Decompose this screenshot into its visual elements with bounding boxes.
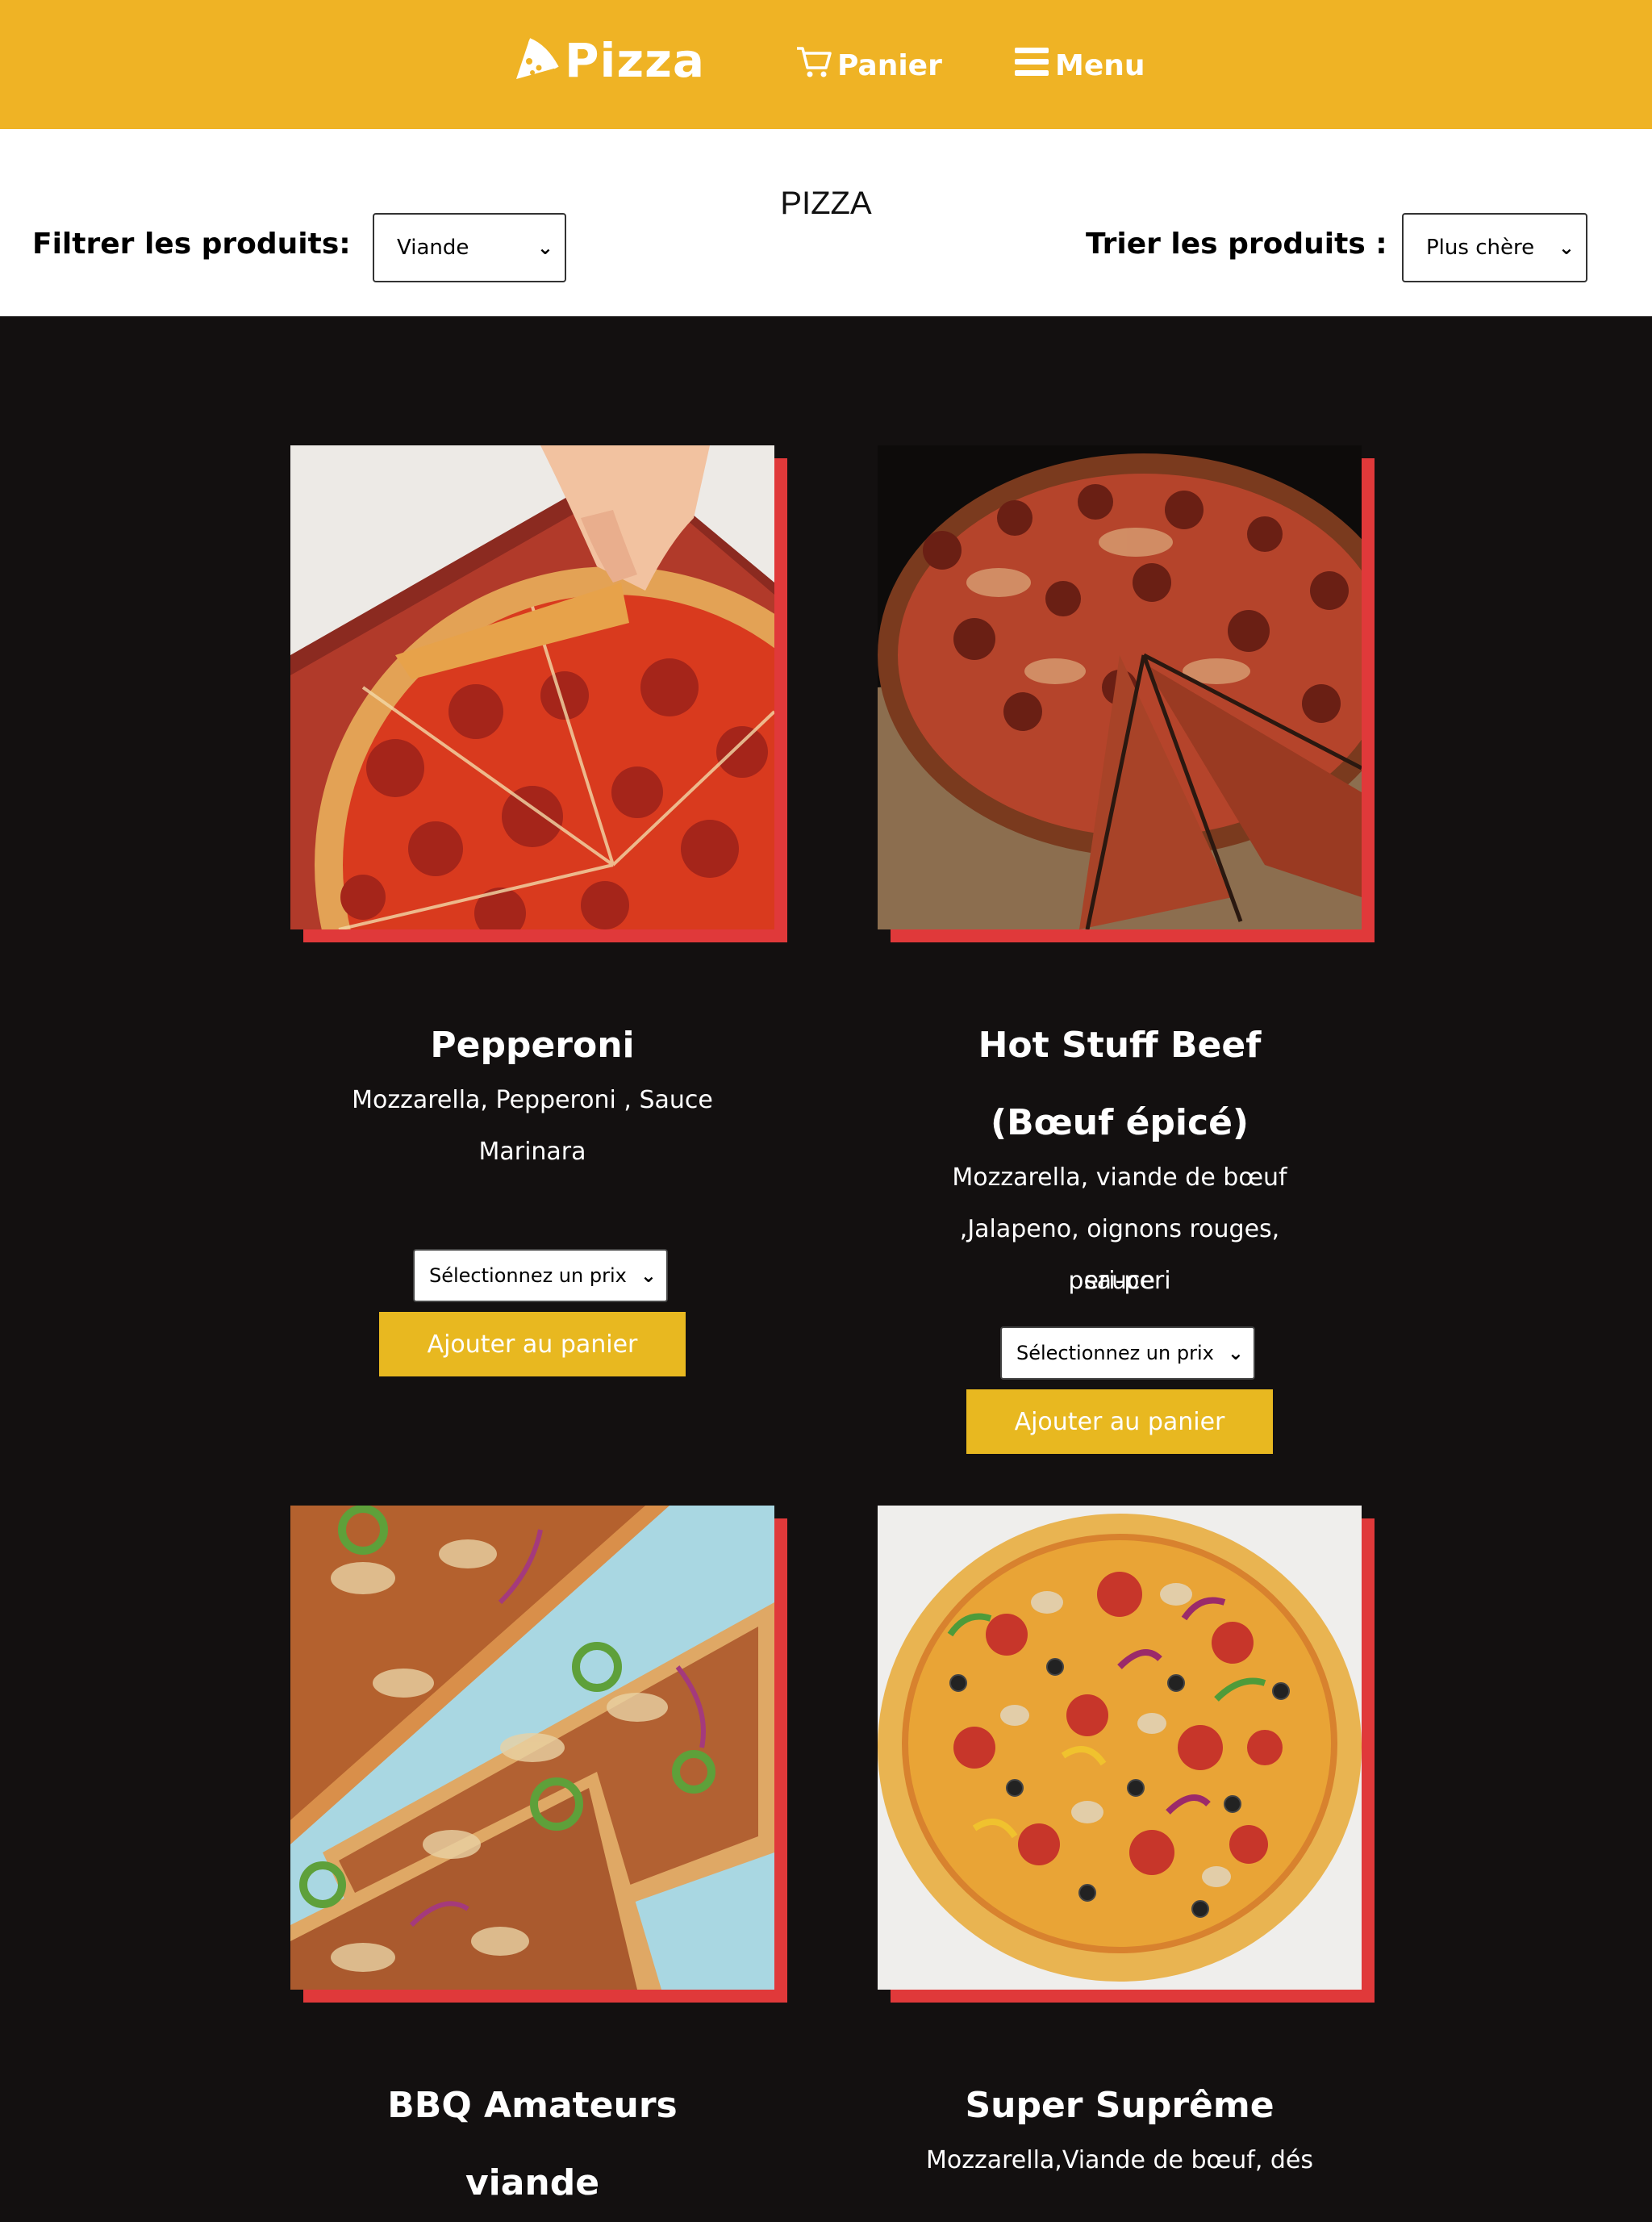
chevron-down-icon: ⌄ <box>1227 1342 1244 1364</box>
product-photo-frame <box>878 1506 1375 2003</box>
nav-cart-label: Panier <box>837 48 942 82</box>
filter-label: Filtrer les produits: <box>32 228 351 261</box>
brand-name: Pizza <box>565 33 706 88</box>
chevron-down-icon: ⌄ <box>640 1264 657 1287</box>
product-name: Hot Stuff Beef <box>978 1025 1262 1066</box>
product-name-subtitle: viande <box>465 2162 600 2203</box>
filter-bar: PIZZA Filtrer les produits: Viande ⌄ Tri… <box>0 129 1652 316</box>
price-select-placeholder: Sélectionnez un prix <box>1016 1342 1214 1364</box>
nav-cart-link[interactable]: Panier <box>795 42 942 89</box>
product-name-subtitle: (Bœuf épicé) <box>990 1102 1249 1143</box>
product-description-line: Mozzarella, Pepperoni , Sauce <box>352 1086 713 1114</box>
product-photo-bbq[interactable] <box>290 1506 774 1990</box>
chevron-down-icon: ⌄ <box>536 236 553 259</box>
product-description-line: Marinara <box>478 1138 586 1166</box>
product-name: Super Suprême <box>965 2085 1274 2126</box>
filter-select-value: Viande <box>397 236 469 260</box>
product-description-line: peri-peri <box>1068 1267 1171 1295</box>
price-select[interactable]: Sélectionnez un prix ⌄ <box>1000 1326 1255 1380</box>
nav-menu-label: Menu <box>1055 48 1145 82</box>
sort-select[interactable]: Plus chère ⌄ <box>1402 213 1587 282</box>
product-description-line: Mozzarella, viande de bœuf <box>952 1163 1287 1192</box>
product-description-line: Mozzarella,Viande de bœuf, dés <box>926 2146 1314 2174</box>
sort-label: Trier les produits : <box>1086 228 1387 261</box>
filter-select[interactable]: Viande ⌄ <box>373 213 566 282</box>
brand-logo[interactable]: Pizza <box>513 31 705 90</box>
product-name: Pepperoni <box>430 1025 635 1066</box>
nav-menu-link[interactable]: Menu <box>1013 42 1145 89</box>
price-select[interactable]: Sélectionnez un prix ⌄ <box>413 1249 668 1302</box>
chevron-down-icon: ⌄ <box>1558 236 1575 259</box>
product-photo-frame <box>290 445 787 942</box>
shopping-cart-icon <box>795 45 832 86</box>
top-navigation-bar: Pizza Panier Menu <box>0 0 1652 129</box>
product-photo-hot-stuff-beef[interactable] <box>878 445 1362 929</box>
hamburger-menu-icon <box>1013 44 1050 87</box>
product-photo-super-supreme[interactable] <box>878 1506 1362 1990</box>
sort-select-value: Plus chère <box>1426 236 1535 260</box>
add-to-cart-button[interactable]: Ajouter au panier <box>966 1389 1273 1454</box>
product-photo-pepperoni[interactable] <box>290 445 774 929</box>
price-select-placeholder: Sélectionnez un prix <box>429 1264 627 1287</box>
product-photo-frame <box>290 1506 787 2003</box>
pizza-slice-icon <box>513 36 560 86</box>
add-to-cart-button[interactable]: Ajouter au panier <box>379 1312 686 1376</box>
product-photo-frame <box>878 445 1375 942</box>
product-name: BBQ Amateurs <box>387 2085 678 2126</box>
